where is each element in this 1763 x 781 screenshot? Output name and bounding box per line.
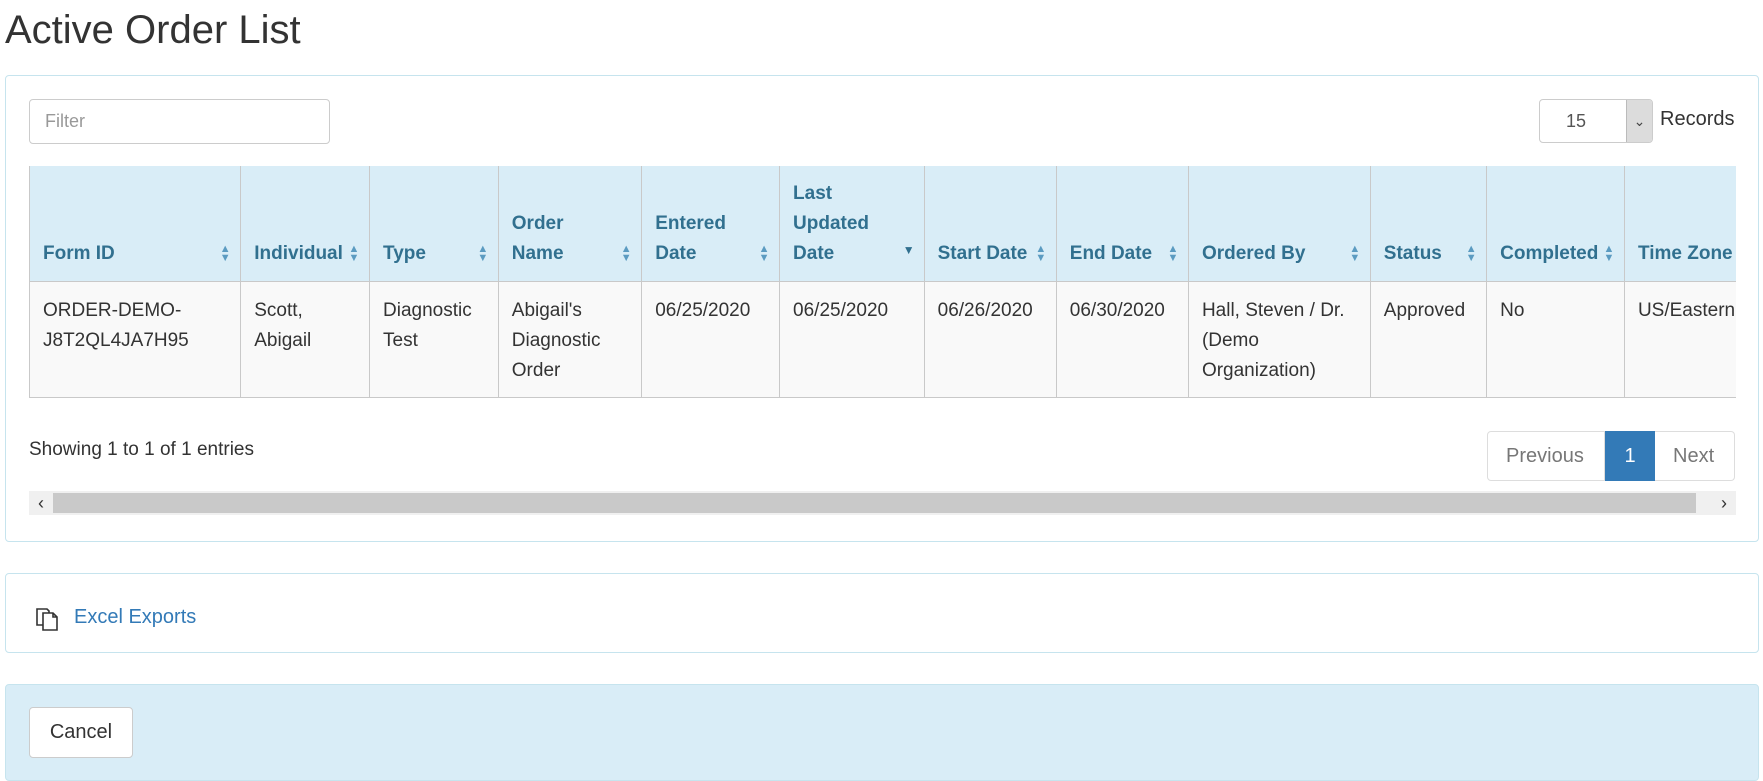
copy-icon: [36, 608, 58, 631]
column-header-label: Last Updated Date: [793, 182, 870, 264]
records-label: Records: [1660, 108, 1735, 130]
excel-exports-label: Excel Exports: [74, 605, 197, 628]
column-header[interactable]: Entered Date ▲ ▼: [641, 166, 781, 282]
filter-input[interactable]: [29, 99, 330, 144]
chevron-down-icon[interactable]: ⌄: [1626, 100, 1652, 142]
sort-icon[interactable]: ▲ ▼: [1167, 243, 1179, 265]
column-header[interactable]: Ordered By ▲ ▼: [1188, 166, 1371, 282]
table-row[interactable]: ORDER-DEMO-J8T2QL4JA7H95 Scott, Abigail Di…: [29, 281, 1736, 398]
column-header-label: Time Zone: [1637, 242, 1733, 264]
next-page-button[interactable]: Next: [1655, 431, 1735, 481]
table-cell: 06/26/2020: [924, 281, 1057, 398]
sort-icon[interactable]: ▲ ▼: [219, 243, 231, 265]
cancel-button[interactable]: Cancel: [29, 707, 133, 758]
sort-icon[interactable]: ▲ ▼: [1035, 243, 1047, 265]
table-cell: Abigail's Diagnostic Order: [498, 281, 643, 398]
table-cell: ORDER-DEMO-J8T2QL4JA7H95: [29, 281, 242, 398]
orders-table: Form ID ▲ ▼ Individual ▲ ▼ Type ▲ ▼ Order Name ▲ ▼ E…: [29, 166, 1736, 398]
sort-icon[interactable]: ▲ ▼: [1603, 243, 1615, 265]
column-header-label: Completed: [1500, 242, 1599, 264]
table-cell: Diagnostic Test: [369, 281, 499, 398]
column-header[interactable]: Status ▲ ▼: [1370, 166, 1488, 282]
table-cell: 06/25/2020: [641, 281, 781, 398]
pagination: Previous 1 Next: [1487, 431, 1735, 481]
previous-page-button[interactable]: Previous: [1487, 431, 1605, 481]
column-header[interactable]: Last Updated Date ▼: [779, 166, 925, 282]
column-header[interactable]: End Date ▲ ▼: [1056, 166, 1189, 282]
column-header-label: End Date: [1069, 242, 1153, 264]
column-header-label: Status: [1383, 242, 1442, 264]
exports-panel: Excel Exports: [5, 573, 1759, 653]
column-header[interactable]: Completed ▲ ▼: [1486, 166, 1625, 282]
excel-exports-link[interactable]: Excel Exports: [32, 602, 196, 632]
column-header[interactable]: Individual ▲ ▼: [240, 166, 370, 282]
scrollbar-thumb[interactable]: [53, 493, 1696, 513]
table-cell: Hall, Steven / Dr. (Demo Organization): [1188, 281, 1371, 398]
sort-icon[interactable]: ▲ ▼: [758, 243, 770, 265]
sort-icon[interactable]: ▲ ▼: [1349, 243, 1361, 265]
scroll-right-icon[interactable]: ›: [1712, 491, 1736, 515]
sort-descending-icon[interactable]: ▼: [903, 235, 915, 265]
table-cell: 06/30/2020: [1056, 281, 1189, 398]
column-header[interactable]: Time Zone▲▼: [1624, 166, 1736, 282]
records-per-page-select[interactable]: 15 ⌄: [1539, 99, 1653, 143]
sort-icon[interactable]: ▲ ▼: [348, 243, 360, 265]
column-header-label: Entered Date: [655, 212, 726, 264]
column-header-label: Individual: [254, 242, 343, 264]
column-header-label: Type: [383, 242, 426, 264]
column-header-label: Start Date: [937, 242, 1028, 264]
table-cell: US/Eastern: [1624, 281, 1736, 398]
footer-panel: Cancel: [5, 684, 1759, 781]
table-cell: No: [1486, 281, 1625, 398]
scroll-left-icon[interactable]: ‹: [29, 491, 53, 515]
horizontal-scrollbar[interactable]: ‹ ›: [29, 491, 1736, 515]
table-cell: Scott, Abigail: [240, 281, 370, 398]
records-per-page-value: 15: [1566, 111, 1587, 131]
table-cell: 06/25/2020: [779, 281, 925, 398]
page-1-button[interactable]: 1: [1605, 431, 1655, 481]
orders-table-container: Form ID ▲ ▼ Individual ▲ ▼ Type ▲ ▼ Order Name ▲ ▼ E…: [29, 166, 1736, 398]
table-header-row: Form ID ▲ ▼ Individual ▲ ▼ Type ▲ ▼ Order Name ▲ ▼ E…: [29, 166, 1736, 282]
column-header-label: Form ID: [43, 242, 115, 264]
column-header[interactable]: Start Date ▲ ▼: [924, 166, 1057, 282]
column-header-label: Ordered By: [1201, 242, 1306, 264]
sort-icon[interactable]: ▲ ▼: [1465, 243, 1477, 265]
table-info: Showing 1 to 1 of 1 entries: [29, 439, 254, 460]
column-header-label: Order Name: [511, 212, 564, 264]
table-cell: Approved: [1370, 281, 1488, 398]
column-header[interactable]: Order Name ▲ ▼: [498, 166, 643, 282]
sort-icon[interactable]: ▲ ▼: [477, 243, 489, 265]
column-header[interactable]: Form ID ▲ ▼: [29, 166, 242, 282]
sort-icon[interactable]: ▲ ▼: [620, 243, 632, 265]
page-title: Active Order List: [5, 8, 301, 52]
column-header[interactable]: Type ▲ ▼: [369, 166, 499, 282]
